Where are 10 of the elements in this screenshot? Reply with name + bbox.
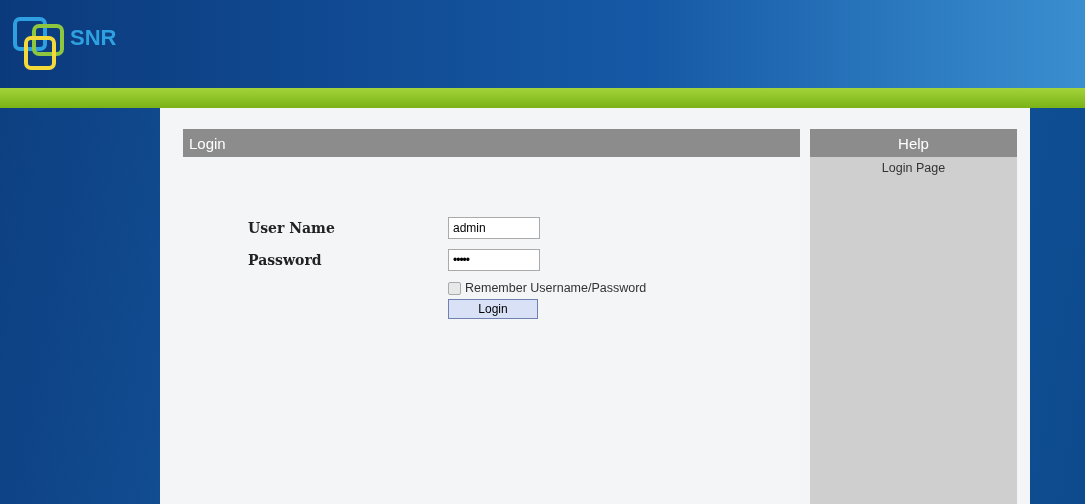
logo-text: SNR <box>70 25 117 51</box>
field-label: Password <box>248 252 323 268</box>
help-text: Login Page <box>881 160 946 175</box>
help-title-bar: Help <box>810 129 1017 157</box>
login-button[interactable]: Login <box>448 299 538 319</box>
remember-checkbox[interactable]: Remember Username/Password <box>448 281 800 295</box>
username-field[interactable]: admin <box>448 217 540 239</box>
field-label: User Name <box>248 220 336 236</box>
login-title-bar: Login <box>183 129 800 157</box>
password-field[interactable]: ••••• <box>448 249 540 271</box>
